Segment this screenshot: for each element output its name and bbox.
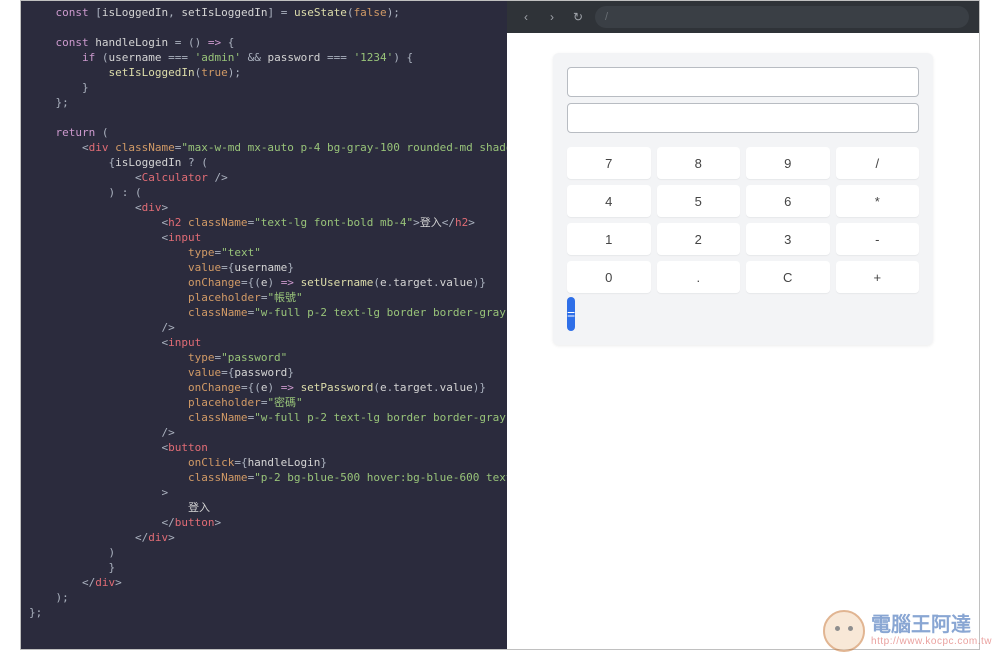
calc-key-plus[interactable]: + xyxy=(836,261,920,293)
code-line: <div className="max-w-md mx-auto p-4 bg-… xyxy=(29,140,507,155)
calc-display-2[interactable] xyxy=(567,103,919,133)
code-line: placeholder="密碼" xyxy=(29,395,507,410)
code-line: ); xyxy=(29,590,507,605)
code-line: {isLoggedIn ? ( xyxy=(29,155,507,170)
code-line: </div> xyxy=(29,575,507,590)
code-line: ) xyxy=(29,545,507,560)
code-line: placeholder="帳號" xyxy=(29,290,507,305)
code-line: type="text" xyxy=(29,245,507,260)
code-line xyxy=(29,110,507,125)
code-line: <input xyxy=(29,335,507,350)
calc-key-clear[interactable]: C xyxy=(746,261,830,293)
code-line: 登入 xyxy=(29,500,507,515)
calc-equals-button[interactable]: = xyxy=(567,297,575,331)
code-line: }; xyxy=(29,95,507,110)
code-line: <div> xyxy=(29,200,507,215)
code-line: ) : ( xyxy=(29,185,507,200)
preview-body: 789/ 456* 123- 0.C+ = xyxy=(507,33,979,649)
calc-key-6[interactable]: 6 xyxy=(746,185,830,217)
code-line: type="password" xyxy=(29,350,507,365)
calc-key-9[interactable]: 9 xyxy=(746,147,830,179)
calc-key-multiply[interactable]: * xyxy=(836,185,920,217)
app-frame: const [isLoggedIn, setIsLoggedIn] = useS… xyxy=(20,0,980,650)
nav-refresh-button[interactable]: ↻ xyxy=(569,8,587,26)
code-line: }; xyxy=(29,605,507,620)
code-line xyxy=(29,20,507,35)
code-line: onClick={handleLogin} xyxy=(29,455,507,470)
nav-forward-button[interactable]: › xyxy=(543,8,561,26)
watermark-title: 電腦王阿達 xyxy=(871,615,992,635)
code-editor[interactable]: const [isLoggedIn, setIsLoggedIn] = useS… xyxy=(21,1,507,649)
code-line: const handleLogin = () => { xyxy=(29,35,507,50)
code-line: /> xyxy=(29,320,507,335)
calc-key-2[interactable]: 2 xyxy=(657,223,741,255)
code-line: if (username === 'admin' && password ===… xyxy=(29,50,507,65)
code-line: onChange={(e) => setUsername(e.target.va… xyxy=(29,275,507,290)
code-line: > xyxy=(29,485,507,500)
calc-display-1[interactable] xyxy=(567,67,919,97)
calc-key-8[interactable]: 8 xyxy=(657,147,741,179)
browser-toolbar: ‹ › ↻ / xyxy=(507,1,979,33)
calculator-card: 789/ 456* 123- 0.C+ = xyxy=(553,53,933,345)
calc-key-1[interactable]: 1 xyxy=(567,223,651,255)
code-line: value={username} xyxy=(29,260,507,275)
preview-panel: ‹ › ↻ / 789/456*123-0.C+ = xyxy=(507,1,979,649)
code-line: <input xyxy=(29,230,507,245)
calc-key-3[interactable]: 3 xyxy=(746,223,830,255)
code-line: } xyxy=(29,80,507,95)
url-bar[interactable]: / xyxy=(595,6,969,28)
watermark-avatar-icon xyxy=(823,610,865,652)
code-line: onChange={(e) => setPassword(e.target.va… xyxy=(29,380,507,395)
code-line: className="w-full p-2 text-lg border bor… xyxy=(29,410,507,425)
code-line: className="p-2 bg-blue-500 hover:bg-blue… xyxy=(29,470,507,485)
calc-key-4[interactable]: 4 xyxy=(567,185,651,217)
watermark: 電腦王阿達 http://www.kocpc.com.tw xyxy=(823,610,992,652)
code-line: } xyxy=(29,560,507,575)
code-line: </button> xyxy=(29,515,507,530)
calc-key-dot[interactable]: . xyxy=(657,261,741,293)
code-line: /> xyxy=(29,425,507,440)
code-line: className="w-full p-2 text-lg border bor… xyxy=(29,305,507,320)
nav-back-button[interactable]: ‹ xyxy=(517,8,535,26)
code-line: value={password} xyxy=(29,365,507,380)
code-line: return ( xyxy=(29,125,507,140)
code-line: </div> xyxy=(29,530,507,545)
code-line: <h2 className="text-lg font-bold mb-4">登… xyxy=(29,215,507,230)
code-line: <button xyxy=(29,440,507,455)
calc-key-0[interactable]: 0 xyxy=(567,261,651,293)
calc-key-7[interactable]: 7 xyxy=(567,147,651,179)
watermark-url: http://www.kocpc.com.tw xyxy=(871,637,992,647)
code-line: <Calculator /> xyxy=(29,170,507,185)
watermark-text: 電腦王阿達 http://www.kocpc.com.tw xyxy=(871,615,992,647)
calc-key-5[interactable]: 5 xyxy=(657,185,741,217)
code-line: const [isLoggedIn, setIsLoggedIn] = useS… xyxy=(29,5,507,20)
calc-key-minus[interactable]: - xyxy=(836,223,920,255)
calc-key-divide[interactable]: / xyxy=(836,147,920,179)
calculator-keypad: 789/ 456* 123- 0.C+ xyxy=(567,147,919,293)
code-line: setIsLoggedIn(true); xyxy=(29,65,507,80)
